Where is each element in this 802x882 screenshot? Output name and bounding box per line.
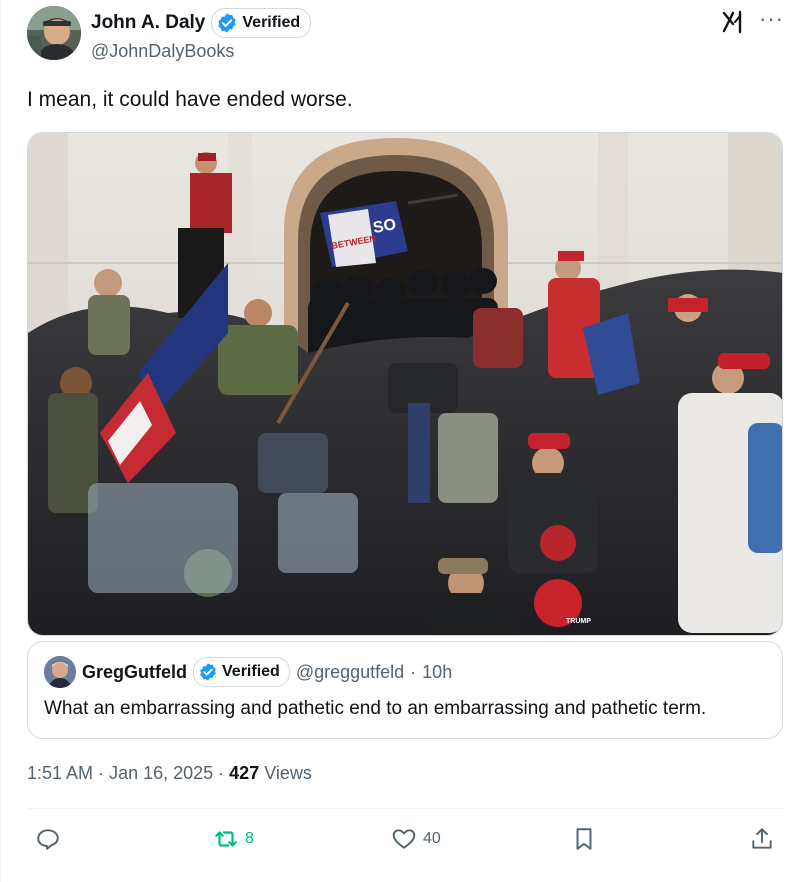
- author-handle[interactable]: @JohnDalyBooks: [91, 41, 234, 62]
- like-count: 40: [423, 830, 441, 847]
- author-name-row: John A. Daly Verified: [91, 8, 312, 38]
- like-icon: [392, 829, 416, 849]
- author-avatar[interactable]: [27, 6, 81, 60]
- quoted-name[interactable]: GregGutfeld: [82, 662, 187, 683]
- tweet-date[interactable]: Jan 16, 2025: [109, 763, 213, 783]
- author-name[interactable]: John A. Daly: [91, 12, 205, 34]
- quoted-dot: ·: [410, 661, 417, 682]
- tweet-photo[interactable]: SO BETWEEN TRUMP: [27, 132, 783, 636]
- verified-badge[interactable]: Verified: [211, 8, 312, 38]
- quoted-tweet[interactable]: GregGutfeld Verified @greggutfeld · 10h …: [27, 641, 783, 739]
- crowd-photo: SO BETWEEN TRUMP: [28, 133, 782, 635]
- tweet-text: I mean, it could have ended worse.: [27, 88, 353, 111]
- quoted-handle[interactable]: @greggutfeld: [296, 662, 404, 683]
- repost-count: 8: [245, 830, 254, 847]
- action-bar: 8 40: [27, 822, 783, 862]
- tweet-meta: 1:51 AM · Jan 16, 2025 · 427 Views: [27, 763, 312, 784]
- share-icon: [752, 828, 772, 849]
- reply-button[interactable]: [35, 826, 67, 852]
- quoted-verified-label: Verified: [222, 663, 280, 680]
- bookmark-icon: [576, 828, 592, 850]
- repost-icon: [215, 831, 237, 847]
- meta-dot: ·: [98, 763, 110, 783]
- quoted-avatar[interactable]: [44, 656, 76, 688]
- tweet-header: John A. Daly Verified @JohnDalyBooks ···: [27, 4, 787, 64]
- like-button[interactable]: 40: [391, 826, 441, 852]
- more-icon[interactable]: ···: [759, 6, 784, 32]
- verified-icon: [200, 663, 216, 681]
- verified-icon: [218, 13, 236, 33]
- repost-button[interactable]: 8: [213, 826, 254, 852]
- quoted-verified-badge[interactable]: Verified: [193, 657, 290, 687]
- grok-icon[interactable]: [721, 10, 745, 34]
- quoted-header: GregGutfeld Verified @greggutfeld · 10h: [44, 656, 452, 688]
- tweet-time[interactable]: 1:51 AM: [27, 763, 93, 783]
- tweet-card: John A. Daly Verified @JohnDalyBooks ···…: [0, 0, 802, 882]
- quoted-age[interactable]: 10h: [422, 662, 452, 683]
- verified-label: Verified: [242, 14, 301, 31]
- meta-dot-2: ·: [218, 763, 230, 783]
- bookmark-button[interactable]: [571, 826, 597, 852]
- hat-text-trump: TRUMP: [566, 618, 591, 625]
- views-label: Views: [264, 763, 312, 783]
- share-button[interactable]: [749, 826, 775, 852]
- views-count: 427: [229, 763, 260, 783]
- quoted-text: What an embarrassing and pathetic end to…: [44, 698, 707, 719]
- reply-icon: [37, 829, 59, 850]
- divider: [27, 808, 783, 809]
